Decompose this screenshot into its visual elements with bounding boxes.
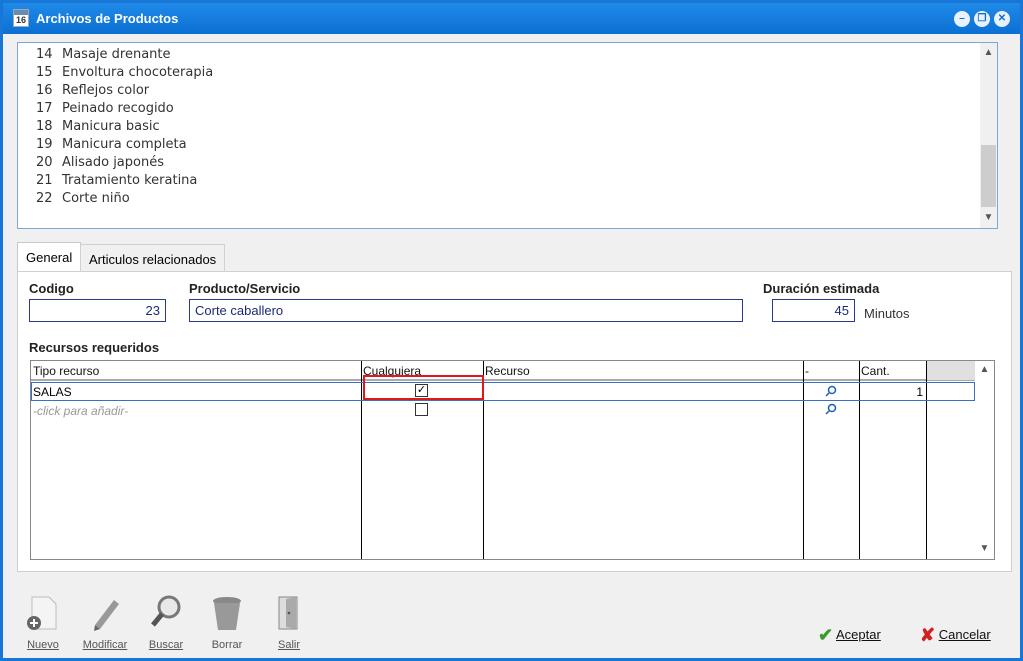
lookup-icon[interactable] (824, 385, 838, 397)
list-item[interactable]: 14 Masaje drenante (36, 47, 171, 65)
scroll-down-icon[interactable]: ▼ (975, 543, 994, 554)
window-title: Archivos de Productos (36, 11, 179, 26)
add-row-placeholder[interactable]: -click para añadir- (33, 404, 128, 418)
list-item[interactable]: 21 Tratamiento keratina (36, 173, 197, 191)
restore-button[interactable]: ❐ (974, 11, 990, 27)
list-item[interactable]: 19 Manicura completa (36, 137, 187, 155)
row-cant[interactable]: 1 (871, 385, 923, 399)
trash-icon (213, 597, 241, 630)
grid-scrollbar[interactable]: ▲ ▼ (975, 361, 994, 559)
magnifier-icon (151, 595, 181, 627)
product-list[interactable]: 14 Masaje drenante 15 Envoltura chocoterap… (17, 42, 998, 229)
tab-articulos-relacionados[interactable]: Articulos relacionados (80, 244, 226, 271)
col-header-dash[interactable]: - (803, 361, 859, 380)
grid-header-filler (926, 361, 976, 380)
list-item[interactable]: 20 Alisado japonés (36, 155, 164, 173)
scroll-up-icon[interactable]: ▲ (975, 364, 994, 375)
minimize-button[interactable]: – (954, 11, 970, 27)
pencil-icon (94, 600, 119, 631)
list-item[interactable]: 15 Envoltura chocoterapia (36, 65, 213, 83)
codigo-field[interactable]: 23 (29, 299, 166, 322)
salir-button[interactable]: Salir (259, 593, 319, 651)
resources-grid[interactable]: Tipo recurso Cualquiera Recurso - Cant. … (30, 360, 995, 560)
modificar-button[interactable]: Modificar (75, 593, 135, 651)
duracion-label: Duración estimada (763, 281, 880, 296)
borrar-button[interactable]: Borrar (197, 593, 257, 651)
cancelar-button[interactable]: ✘ Cancelar (920, 625, 991, 646)
check-icon: ✔ (818, 625, 834, 645)
list-item[interactable]: 22 Corte niño (36, 191, 130, 209)
col-header-tipo[interactable]: Tipo recurso (31, 361, 361, 380)
products-window: 16 Archivos de Productos – ❐ ✕ 14 Masaje … (0, 0, 1023, 661)
door-icon (278, 596, 298, 630)
list-item[interactable]: 18 Manicura basic (36, 119, 160, 137)
producto-label: Producto/Servicio (189, 281, 301, 296)
duracion-field[interactable]: 45 (772, 299, 855, 322)
list-item[interactable]: 16 Reflejos color (36, 83, 149, 101)
scroll-up-icon[interactable]: ▲ (980, 45, 997, 61)
codigo-label: Codigo (29, 281, 74, 296)
tab-general[interactable]: General (17, 242, 82, 272)
duracion-unit: Minutos (864, 306, 910, 321)
highlight-box (363, 375, 484, 400)
producto-field[interactable]: Corte caballero (189, 299, 743, 322)
nuevo-button[interactable]: Nuevo (13, 593, 73, 651)
row-tipo-recurso[interactable]: SALAS (33, 385, 72, 399)
title-bar: 16 Archivos de Productos – ❐ ✕ (3, 3, 1020, 34)
buscar-button[interactable]: Buscar (136, 593, 196, 651)
list-item[interactable]: 17 Peinado recogido (36, 101, 174, 119)
new-document-icon (27, 596, 57, 630)
recursos-label: Recursos requeridos (29, 340, 160, 355)
close-button[interactable]: ✕ (994, 11, 1010, 27)
scroll-thumb[interactable] (981, 145, 996, 207)
list-scrollbar[interactable]: ▲ ▼ (980, 43, 997, 228)
x-icon: ✘ (920, 625, 936, 645)
aceptar-button[interactable]: ✔ Aceptar (818, 625, 881, 646)
lookup-icon[interactable] (824, 403, 838, 415)
col-header-cant[interactable]: Cant. (859, 361, 926, 380)
new-row-checkbox[interactable] (415, 403, 428, 416)
scroll-down-icon[interactable]: ▼ (980, 210, 997, 226)
calendar-icon: 16 (13, 9, 29, 27)
col-header-recurso[interactable]: Recurso (483, 361, 803, 380)
general-panel: Codigo 23 Producto/Servicio Corte caball… (17, 271, 1012, 572)
